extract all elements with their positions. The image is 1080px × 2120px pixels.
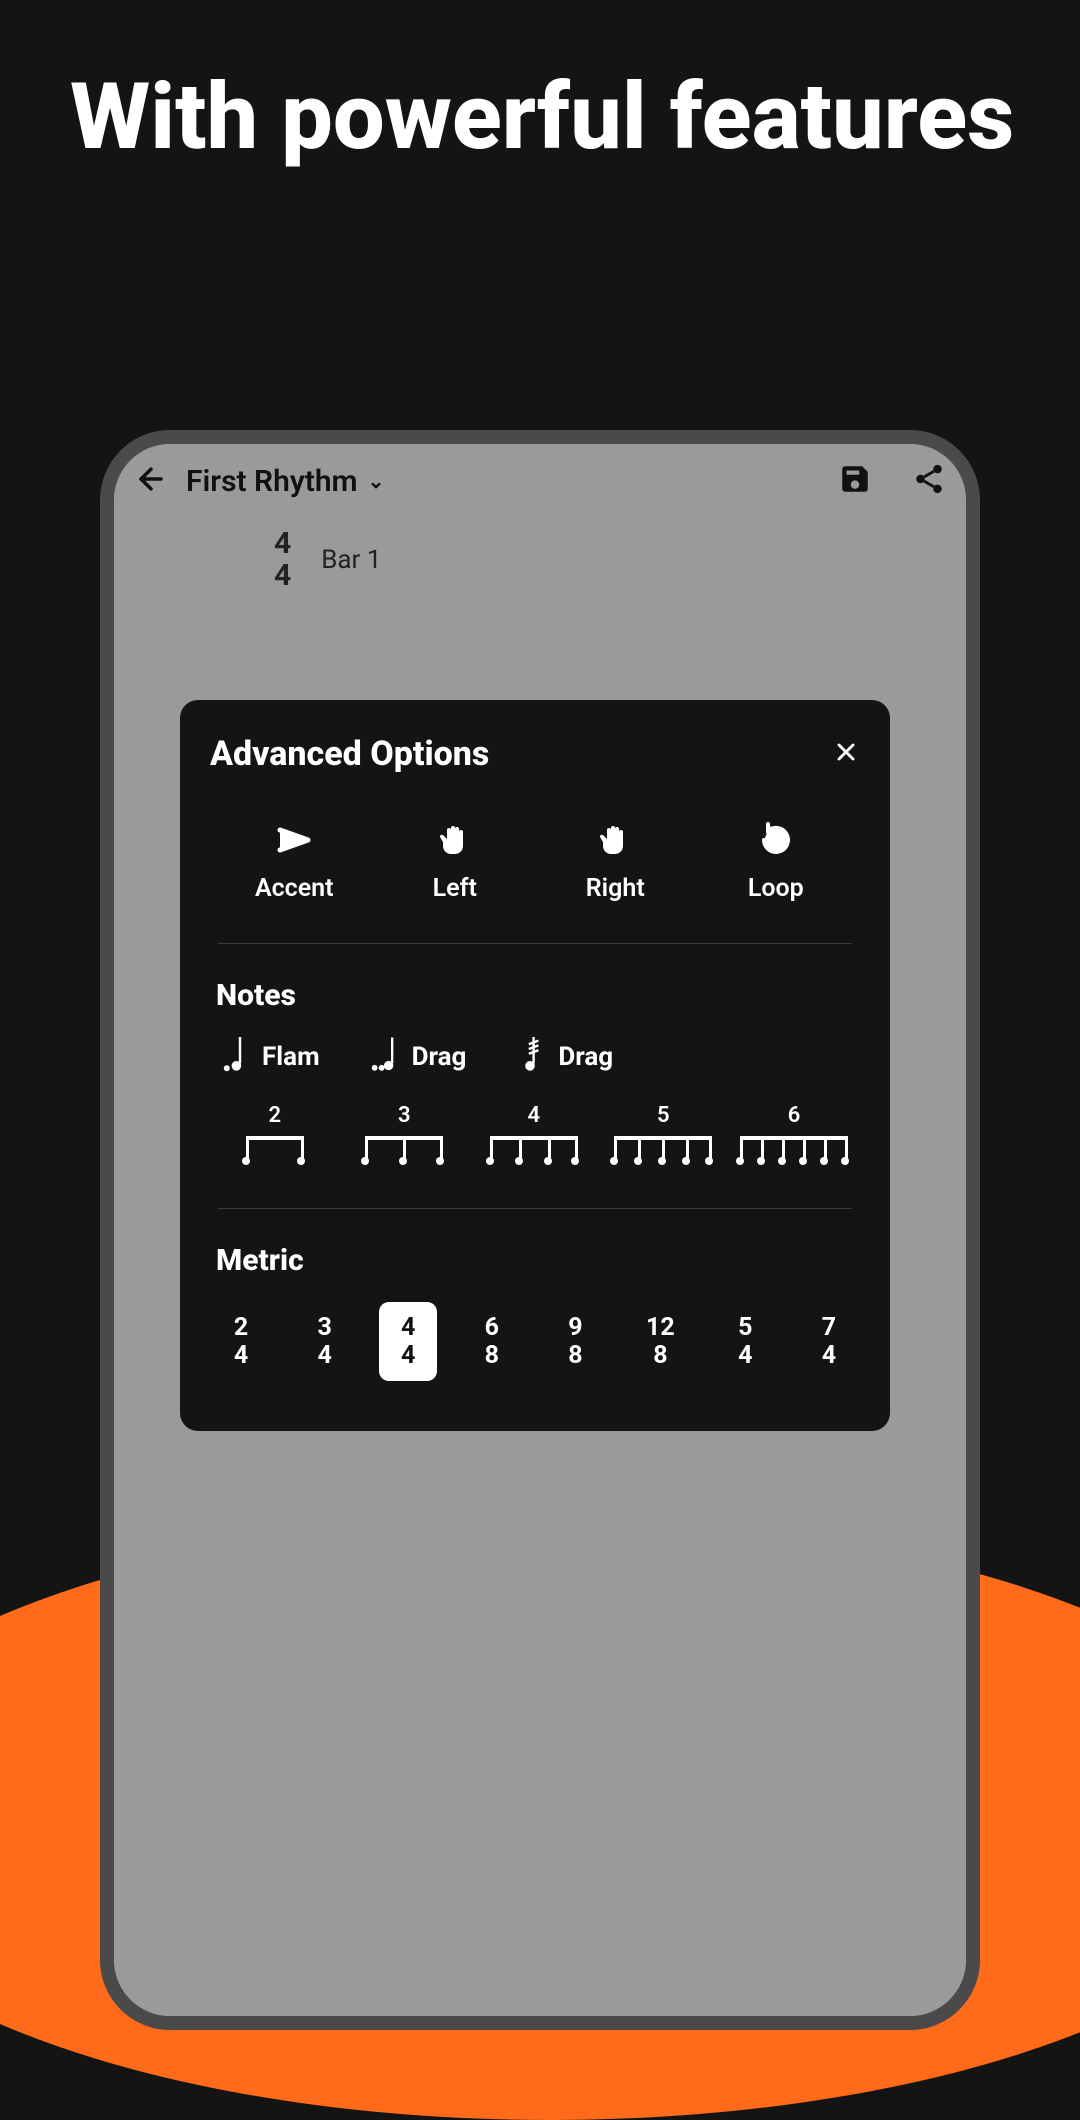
- accent-button[interactable]: Accent: [234, 818, 354, 903]
- metric-row: 2 4 3 4 4 4 6 8 9 8 12 8 5 4 7 4: [210, 1302, 860, 1381]
- drag-roll-icon: [516, 1037, 544, 1077]
- tuplet-number: 5: [657, 1103, 670, 1128]
- metric-top: 9: [568, 1314, 582, 1342]
- metric-bottom: 4: [822, 1342, 836, 1370]
- metric-4-4-button[interactable]: 4 4: [379, 1302, 437, 1381]
- time-sig-bottom: 4: [274, 560, 291, 592]
- tuplet-2-button[interactable]: 2: [216, 1103, 334, 1172]
- metric-2-4-button[interactable]: 2 4: [212, 1302, 270, 1381]
- action-label: Left: [433, 874, 477, 903]
- bar-label: Bar 1: [321, 545, 381, 575]
- time-signature[interactable]: 4 4: [274, 528, 291, 591]
- marketing-headline: With powerful features: [0, 0, 1080, 167]
- tuplet-number: 2: [268, 1103, 281, 1128]
- metric-top: 2: [234, 1314, 248, 1342]
- note-label: Drag: [558, 1042, 613, 1072]
- bar-info-row: 4 4 Bar 1: [114, 518, 966, 591]
- note-label: Drag: [412, 1042, 467, 1072]
- metric-bottom: 8: [568, 1342, 582, 1370]
- metric-bottom: 4: [234, 1342, 248, 1370]
- note-label: Flam: [262, 1042, 320, 1072]
- tuplet-number: 4: [527, 1103, 540, 1128]
- back-icon[interactable]: [134, 462, 168, 500]
- notes-row: Flam Drag Drag: [210, 1037, 860, 1077]
- metric-3-4-button[interactable]: 3 4: [296, 1302, 354, 1381]
- metric-top: 6: [485, 1314, 499, 1342]
- metric-section-title: Metric: [210, 1243, 860, 1278]
- app-header: First Rhythm ⌄: [114, 444, 966, 518]
- metric-bottom: 8: [485, 1342, 499, 1370]
- close-icon[interactable]: [832, 738, 860, 770]
- action-row: Accent Left Right Loop: [210, 818, 860, 903]
- share-icon[interactable]: [912, 462, 946, 500]
- app-title-text: First Rhythm: [186, 464, 358, 499]
- tuplet-row: 2 3 4 5 6: [210, 1103, 860, 1172]
- tuplet-4-button[interactable]: 4: [475, 1103, 593, 1172]
- action-label: Accent: [255, 874, 334, 903]
- time-sig-top: 4: [274, 528, 291, 560]
- tuplet-2-icon: [240, 1134, 310, 1172]
- metric-top: 3: [317, 1314, 331, 1342]
- app-title-dropdown[interactable]: First Rhythm ⌄: [186, 464, 384, 499]
- chevron-down-icon: ⌄: [368, 469, 385, 493]
- metric-7-4-button[interactable]: 7 4: [800, 1302, 858, 1381]
- modal-title: Advanced Options: [210, 734, 489, 774]
- tuplet-6-icon: [734, 1134, 854, 1172]
- loop-button[interactable]: Loop: [716, 818, 836, 903]
- right-hand-button[interactable]: Right: [555, 818, 675, 903]
- divider: [218, 943, 852, 944]
- tuplet-number: 3: [398, 1103, 411, 1128]
- notes-section-title: Notes: [210, 978, 860, 1013]
- metric-9-8-button[interactable]: 9 8: [546, 1302, 604, 1381]
- flam-note-icon: [220, 1037, 248, 1077]
- tuplet-3-button[interactable]: 3: [346, 1103, 464, 1172]
- metric-5-4-button[interactable]: 5 4: [716, 1302, 774, 1381]
- metric-bottom: 4: [401, 1342, 415, 1370]
- hand-icon: [435, 818, 475, 862]
- metric-top: 12: [646, 1314, 675, 1342]
- metric-bottom: 8: [653, 1342, 667, 1370]
- action-label: Loop: [748, 874, 804, 903]
- action-label: Right: [586, 874, 645, 903]
- drag-roll-button[interactable]: Drag: [516, 1037, 613, 1077]
- hand-icon: [595, 818, 635, 862]
- divider: [218, 1208, 852, 1209]
- drag-note-icon: [370, 1037, 398, 1077]
- metric-top: 5: [738, 1314, 752, 1342]
- metric-top: 7: [822, 1314, 836, 1342]
- metric-bottom: 4: [738, 1342, 752, 1370]
- metric-top: 4: [401, 1314, 415, 1342]
- metric-12-8-button[interactable]: 12 8: [630, 1302, 691, 1381]
- flam-note-button[interactable]: Flam: [220, 1037, 320, 1077]
- drag-note-button[interactable]: Drag: [370, 1037, 467, 1077]
- tuplet-6-button[interactable]: 6: [734, 1103, 854, 1172]
- modal-header: Advanced Options: [210, 734, 860, 774]
- tuplet-4-icon: [484, 1134, 584, 1172]
- tuplet-5-icon: [608, 1134, 718, 1172]
- metric-6-8-button[interactable]: 6 8: [463, 1302, 521, 1381]
- left-hand-button[interactable]: Left: [395, 818, 515, 903]
- tuplet-3-icon: [359, 1134, 449, 1172]
- accent-icon: [274, 818, 314, 862]
- save-icon[interactable]: [838, 462, 872, 500]
- advanced-options-modal: Advanced Options Accent Left Right: [180, 700, 890, 1431]
- loop-icon: [756, 818, 796, 862]
- tuplet-number: 6: [788, 1103, 801, 1128]
- tuplet-5-button[interactable]: 5: [605, 1103, 723, 1172]
- metric-bottom: 4: [317, 1342, 331, 1370]
